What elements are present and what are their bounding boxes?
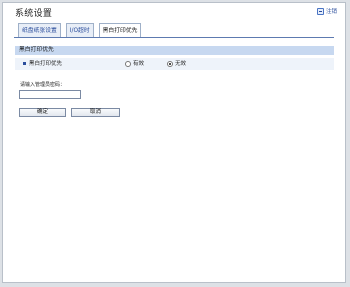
logout-link[interactable]: 注销 — [316, 7, 337, 15]
logout-icon — [316, 7, 324, 15]
tab-divider — [14, 37, 334, 38]
tab-bw-print-priority[interactable]: 黑白打印优先 — [98, 23, 142, 38]
setting-row: 黑白打印优先 有效 无效 — [15, 58, 334, 70]
option-enabled[interactable]: 有效 — [125, 58, 144, 70]
tab-bar: 纸盘纸张设置 I/O超时 黑白打印优先 — [18, 23, 142, 38]
radio-disabled-label: 无效 — [175, 61, 187, 67]
option-disabled[interactable]: 无效 — [167, 58, 186, 70]
password-input[interactable] — [19, 90, 81, 99]
password-label: 请输入管理员密码： — [20, 82, 66, 88]
radio-enabled-label: 有效 — [133, 61, 145, 67]
page-title: 系统设置 — [15, 9, 53, 19]
cancel-button[interactable]: 取消 — [71, 108, 120, 117]
ok-button[interactable]: 确定 — [19, 108, 66, 117]
setting-label: 黑白打印优先 — [29, 61, 63, 67]
section-header: 黑白打印优先 — [15, 46, 334, 55]
radio-disabled[interactable] — [167, 61, 173, 67]
tab-tray-paper-settings[interactable]: 纸盘纸张设置 — [18, 23, 61, 37]
bullet-icon — [23, 62, 26, 65]
tab-io-timeout[interactable]: I/O超时 — [65, 23, 94, 37]
logout-label: 注销 — [325, 9, 337, 15]
radio-enabled[interactable] — [125, 61, 131, 67]
settings-panel: 系统设置 注销 纸盘纸张设置 I/O超时 黑白打印优先 黑白打印优先 黑白打印优… — [2, 2, 346, 283]
